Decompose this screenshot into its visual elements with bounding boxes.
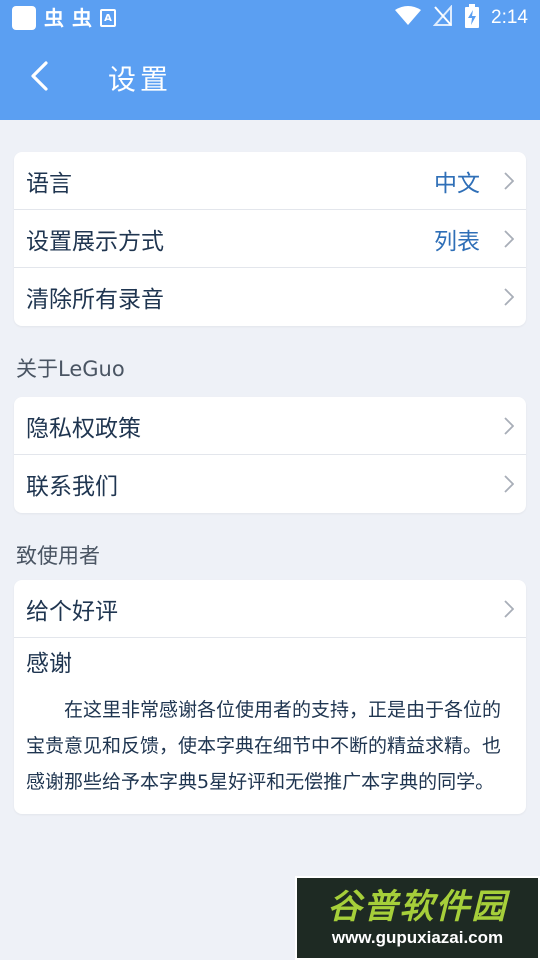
privacy-policy-label: 隐私权政策 xyxy=(26,415,141,442)
about-card: 隐私权政策 联系我们 xyxy=(14,397,526,513)
notification-a-icon: A xyxy=(100,9,116,27)
status-bar-system: 2:14 xyxy=(395,4,528,32)
app-bar: 设置 xyxy=(0,36,540,120)
privacy-policy-row[interactable]: 隐私权政策 xyxy=(14,397,526,455)
watermark-logo: 谷普软件园 www.gupuxiazai.com xyxy=(295,876,540,960)
wifi-icon xyxy=(395,6,422,30)
about-section-title: 关于LeGuo xyxy=(16,357,125,381)
status-time: 2:14 xyxy=(491,7,528,28)
notification-app-icon xyxy=(12,6,36,30)
rate-app-row[interactable]: 给个好评 xyxy=(14,580,526,638)
display-mode-row[interactable]: 设置展示方式 列表 xyxy=(14,210,526,268)
thanks-title: 感谢 xyxy=(26,651,72,677)
language-label: 语言 xyxy=(26,170,72,197)
chevron-right-icon xyxy=(504,288,514,306)
chevron-right-icon xyxy=(504,229,514,248)
watermark-title: 谷普软件园 xyxy=(327,887,508,927)
chevron-right-icon xyxy=(504,599,514,618)
thanks-block: 感谢 在这里非常感谢各位使用者的支持，正是由于各位的宝贵意见和反馈，使本字典在细… xyxy=(14,638,526,814)
notification-bug-icon: 虫 xyxy=(44,6,64,30)
users-card: 给个好评 感谢 在这里非常感谢各位使用者的支持，正是由于各位的宝贵意见和反馈，使… xyxy=(14,580,526,814)
display-mode-value: 列表 xyxy=(434,228,480,255)
language-row[interactable]: 语言 中文 xyxy=(14,152,526,210)
chevron-right-icon xyxy=(504,416,514,435)
settings-card: 语言 中文 设置展示方式 列表 清除所有录音 xyxy=(14,152,526,326)
users-section-title: 致使用者 xyxy=(16,544,100,568)
thanks-text: 在这里非常感谢各位使用者的支持，正是由于各位的宝贵意见和反馈，使本字典在细节中不… xyxy=(26,699,502,793)
status-bar: 虫 虫 A 2:14 xyxy=(0,0,540,36)
status-bar-notifications: 虫 虫 A xyxy=(12,6,116,30)
chevron-left-icon xyxy=(28,61,52,95)
language-value: 中文 xyxy=(434,170,480,197)
watermark-url: www.gupuxiazai.com xyxy=(331,928,504,947)
rate-app-label: 给个好评 xyxy=(26,598,118,625)
clear-recordings-row[interactable]: 清除所有录音 xyxy=(14,268,526,326)
page-title: 设置 xyxy=(108,63,173,96)
no-signal-icon xyxy=(432,4,453,31)
chevron-right-icon xyxy=(504,475,514,493)
display-mode-label: 设置展示方式 xyxy=(26,228,164,255)
notification-bug-icon: 虫 xyxy=(72,6,92,30)
contact-us-label: 联系我们 xyxy=(26,474,118,500)
clear-recordings-label: 清除所有录音 xyxy=(26,287,164,313)
battery-charging-icon xyxy=(465,4,480,32)
contact-us-row[interactable]: 联系我们 xyxy=(14,455,526,513)
chevron-right-icon xyxy=(504,171,514,190)
back-button[interactable] xyxy=(0,36,80,120)
